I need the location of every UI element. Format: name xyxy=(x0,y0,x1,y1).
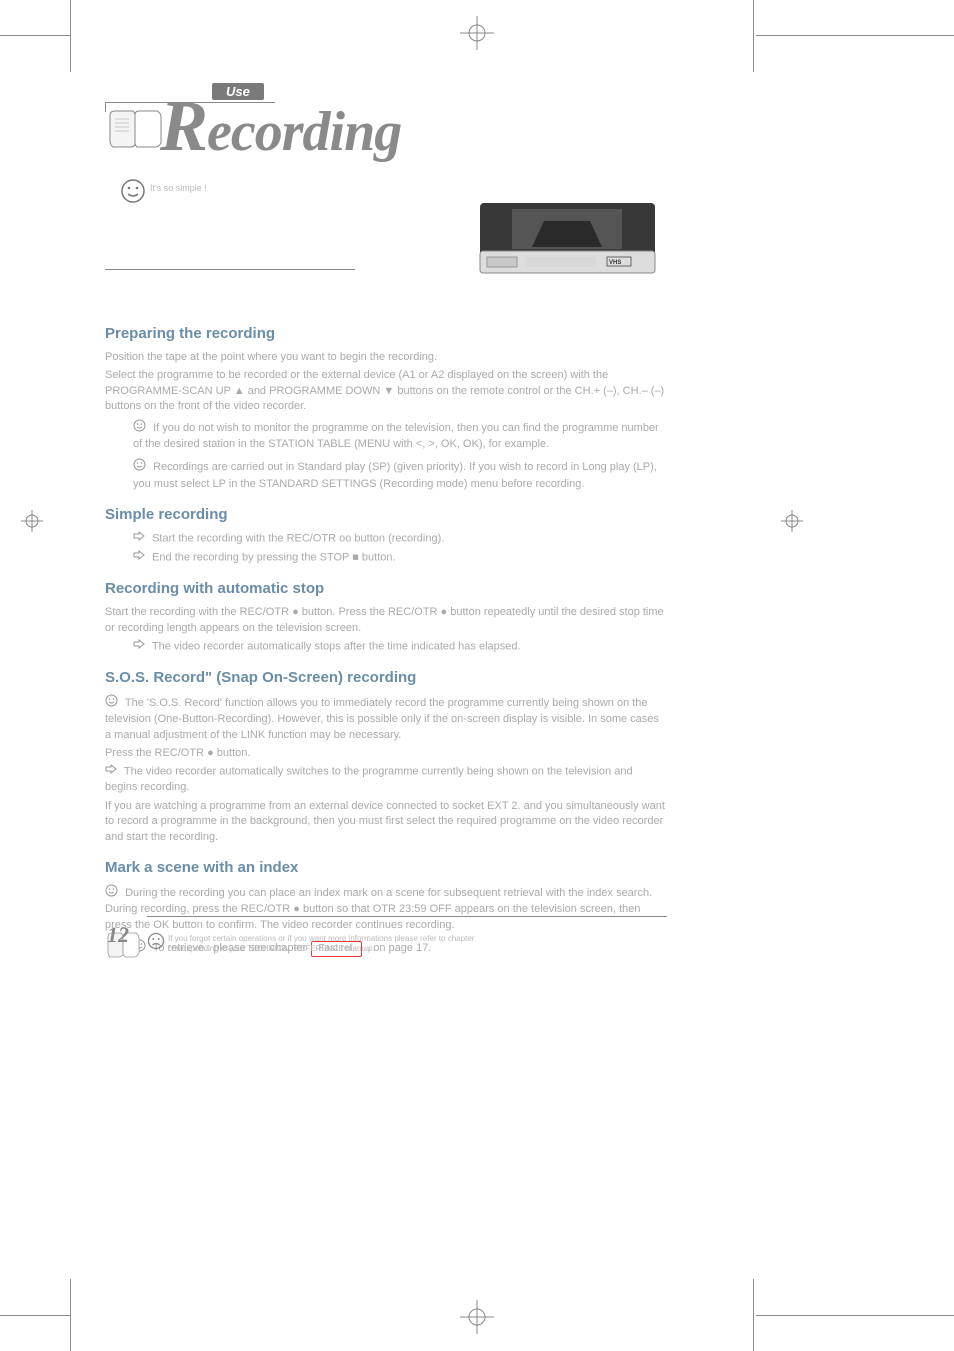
heading-preparing: Preparing the recording xyxy=(105,323,665,344)
step-text: The video recorder automatically switche… xyxy=(105,766,633,793)
crop-mark xyxy=(0,1315,70,1316)
tip-text: Recordings are carried out in Standard p… xyxy=(133,461,657,489)
heading-sos: S.O.S. Record" (Snap On-Screen) recordin… xyxy=(105,667,665,688)
step-text: The video recorder automatically stops a… xyxy=(152,641,521,653)
crop-mark xyxy=(753,1279,754,1351)
crop-mark xyxy=(70,0,71,72)
smiley-icon xyxy=(133,419,146,437)
smiley-icon xyxy=(105,884,118,902)
arrow-icon xyxy=(133,639,145,654)
registration-mark-icon xyxy=(458,1298,496,1341)
crop-mark xyxy=(0,35,70,36)
arrow-icon xyxy=(105,764,117,779)
divider xyxy=(147,916,667,917)
smiley-icon xyxy=(133,458,146,476)
heading-auto: Recording with automatic stop xyxy=(105,578,665,599)
arrow-icon xyxy=(133,531,145,546)
book-icon xyxy=(105,105,165,160)
body-text: Press the REC/OTR ● button. xyxy=(105,746,665,761)
heading-index: Mark a scene with an index xyxy=(105,857,665,878)
step-text: End the recording by pressing the STOP ■… xyxy=(152,552,396,564)
body-text: Position the tape at the point where you… xyxy=(105,350,665,365)
crop-mark xyxy=(753,0,754,72)
page-title: Recording xyxy=(160,85,401,168)
tip-text: The 'S.O.S. Record' function allows you … xyxy=(105,697,659,741)
body-text: Start the recording with the REC/OTR ● b… xyxy=(105,605,665,636)
divider xyxy=(105,269,355,270)
registration-mark-icon xyxy=(21,510,43,537)
smiley-caption: It's so simple ! xyxy=(150,183,207,193)
smiley-icon xyxy=(120,178,146,209)
heading-simple: Simple recording xyxy=(105,504,665,525)
crop-mark xyxy=(756,1315,954,1316)
arrow-icon xyxy=(133,550,145,565)
page-number: 12 xyxy=(107,922,129,948)
registration-mark-icon xyxy=(781,510,803,537)
footer-note: If you forgot certain operations or if y… xyxy=(168,934,474,955)
smiley-icon xyxy=(105,694,118,712)
title-rest: ecording xyxy=(207,101,401,163)
body-text: If you are watching a programme from an … xyxy=(105,799,665,845)
registration-mark-icon xyxy=(458,14,496,57)
crop-mark xyxy=(756,35,954,36)
tip-text: If you do not wish to monitor the progra… xyxy=(133,422,659,450)
page-number-icon: 12 xyxy=(105,930,141,965)
title-letter: R xyxy=(160,86,207,166)
sad-face-icon xyxy=(147,932,165,955)
crop-mark xyxy=(70,1279,71,1351)
step-text: Start the recording with the REC/OTR oo … xyxy=(152,533,444,545)
body-text: Select the programme to be recorded or t… xyxy=(105,368,665,414)
